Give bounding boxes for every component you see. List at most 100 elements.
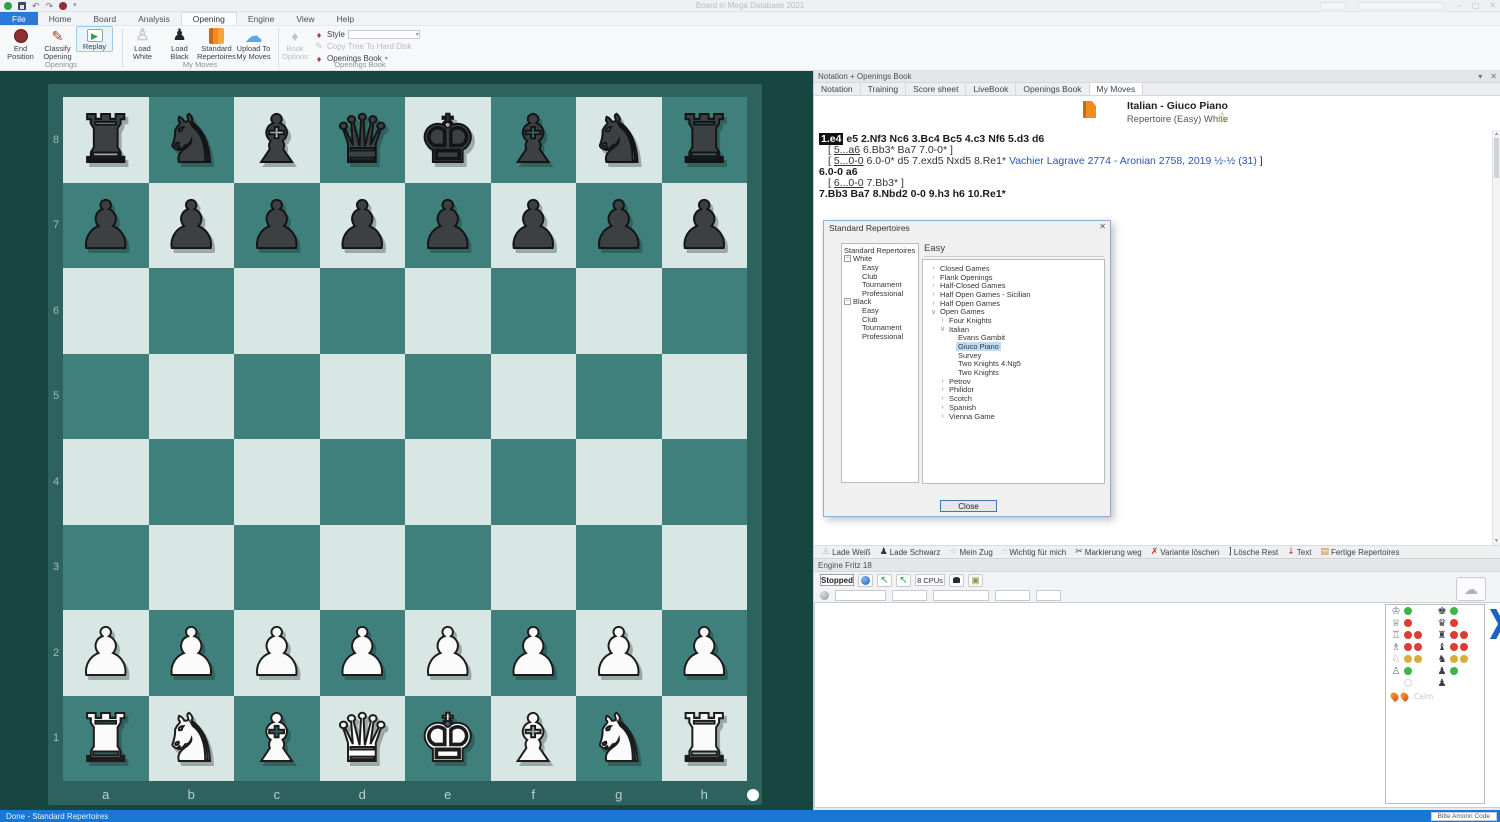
tab-openings-book[interactable]: Openings Book [1016,83,1089,95]
expand-icon[interactable]: › [929,282,938,289]
square-c2[interactable]: ♟ [234,610,320,696]
engine-input-5[interactable] [1036,590,1061,601]
opening-item-open-games[interactable]: ∨Open Games [923,307,1104,316]
repertoire-category-professional[interactable]: Professional [842,289,918,298]
white-pawn[interactable]: ♟ [662,610,748,696]
account-pill[interactable] [1358,2,1444,10]
opening-item-giuco-piano[interactable]: Giuco Piano [923,342,1104,351]
black-pawn[interactable]: ♟ [405,183,491,269]
ribbon-tab-engine[interactable]: Engine [237,12,285,25]
square-a6[interactable] [63,268,149,354]
ribbon-options-icon[interactable] [1320,2,1346,10]
engine-power-button[interactable] [858,574,873,587]
black-pawn[interactable]: ♟ [149,183,235,269]
move-token[interactable]: 7.Bb3 Ba7 8.Nbd2 0-0 9.h3 h6 10.Re1* [819,188,1006,200]
white-pawn[interactable]: ♟ [576,610,662,696]
engine-input-3[interactable] [933,590,989,601]
square-e5[interactable] [405,354,491,440]
collapse-icon[interactable]: ∨ [938,325,947,333]
square-e7[interactable]: ♟ [405,183,491,269]
tab-training[interactable]: Training [861,83,906,95]
toolbar-markierung-weg[interactable]: ✂Markierung weg [1075,548,1141,557]
toolbar-lade-schwarz[interactable]: ♟Lade Schwarz [880,548,941,557]
tab-score-sheet[interactable]: Score sheet [906,83,966,95]
toolbar-variante-l-schen[interactable]: ✗Variante löschen [1151,548,1220,557]
square-f7[interactable]: ♟ [491,183,577,269]
square-c8[interactable]: ♝ [234,97,320,183]
square-e3[interactable] [405,525,491,611]
black-pawn[interactable]: ♟ [491,183,577,269]
opening-item-evans-gambit[interactable]: Evans Gambit [923,334,1104,343]
square-d2[interactable]: ♟ [320,610,406,696]
ribbon-tab-file[interactable]: File [0,12,38,25]
opening-item-scotch[interactable]: ›Scotch [923,394,1104,403]
square-g7[interactable]: ♟ [576,183,662,269]
square-b5[interactable] [149,354,235,440]
expand-icon[interactable]: › [938,317,947,324]
dialog-close-icon[interactable]: ✕ [1099,222,1106,231]
fewer-lines-button[interactable]: ↖ [877,574,892,587]
square-b3[interactable] [149,525,235,611]
square-e2[interactable]: ♟ [405,610,491,696]
opening-item-two-knights[interactable]: Two Knights [923,368,1104,377]
expand-icon[interactable]: › [938,395,947,402]
scroll-thumb[interactable] [1494,138,1499,178]
square-c7[interactable]: ♟ [234,183,320,269]
close-icon[interactable]: ✕ [1489,1,1496,10]
ribbon-tab-help[interactable]: Help [326,12,365,25]
cpu-count-button[interactable]: 8 CPUs [915,574,945,586]
square-c3[interactable] [234,525,320,611]
standard-repertoires-button[interactable]: Standard Repertoires [198,26,235,60]
panel-close-icon[interactable]: ✕ [1490,72,1497,81]
square-c1[interactable]: ♝ [234,696,320,782]
opening-item-italian[interactable]: ∨Italian [923,325,1104,334]
expand-icon[interactable]: › [938,386,947,393]
style-select[interactable]: ▾ [348,30,420,39]
maximize-icon[interactable]: ▢ [1472,1,1480,10]
upload-to-my-moves-button[interactable]: ☁Upload To My Moves [235,26,272,60]
opening-item-four-knights[interactable]: ›Four Knights [923,316,1104,325]
square-g8[interactable]: ♞ [576,97,662,183]
black-pawn[interactable]: ♟ [234,183,320,269]
classify-opening-button[interactable]: ✎Classify Opening [39,26,76,60]
engine-stop-button[interactable]: Stopped [820,574,854,586]
white-king[interactable]: ♚ [405,696,491,782]
square-h5[interactable] [662,354,748,440]
expand-icon[interactable]: › [929,265,938,272]
collapse-icon[interactable]: − [844,255,851,262]
square-b7[interactable]: ♟ [149,183,235,269]
expand-icon[interactable]: › [929,300,938,307]
square-c5[interactable] [234,354,320,440]
square-e8[interactable]: ♚ [405,97,491,183]
repertoire-category-list[interactable]: Standard Repertoires−WhiteEasyClubTourna… [841,243,919,483]
square-h4[interactable] [662,439,748,525]
square-e6[interactable] [405,268,491,354]
scroll-down-icon[interactable]: ▼ [1494,538,1499,544]
square-d8[interactable]: ♛ [320,97,406,183]
engine-input-2[interactable] [892,590,927,601]
black-bishop[interactable]: ♝ [234,97,320,183]
tab-livebook[interactable]: LiveBook [966,83,1016,95]
toolbar-fertige-repertoires[interactable]: ▤Fertige Repertoires [1320,548,1399,557]
status-badge[interactable]: Bitte Amonn Code [1431,812,1497,821]
square-h2[interactable]: ♟ [662,610,748,696]
black-pawn[interactable]: ♟ [576,183,662,269]
square-b6[interactable] [149,268,235,354]
white-pawn[interactable]: ♟ [149,610,235,696]
repertoire-category-tournament[interactable]: Tournament [842,280,918,289]
square-g6[interactable] [576,268,662,354]
engine-input-1[interactable] [835,590,886,601]
tab-notation[interactable]: Notation [814,83,861,95]
square-b2[interactable]: ♟ [149,610,235,696]
square-d4[interactable] [320,439,406,525]
white-queen[interactable]: ♛ [320,696,406,782]
panel-menu-icon[interactable]: ▾ [1478,72,1482,81]
expand-icon[interactable]: › [929,274,938,281]
repertoire-category-black[interactable]: −Black [842,298,918,307]
style-row[interactable]: ♦ Style ▾ [314,29,420,40]
ribbon-tab-board[interactable]: Board [82,12,127,25]
square-f4[interactable] [491,439,577,525]
square-f3[interactable] [491,525,577,611]
black-rook[interactable]: ♜ [63,97,149,183]
square-f8[interactable]: ♝ [491,97,577,183]
